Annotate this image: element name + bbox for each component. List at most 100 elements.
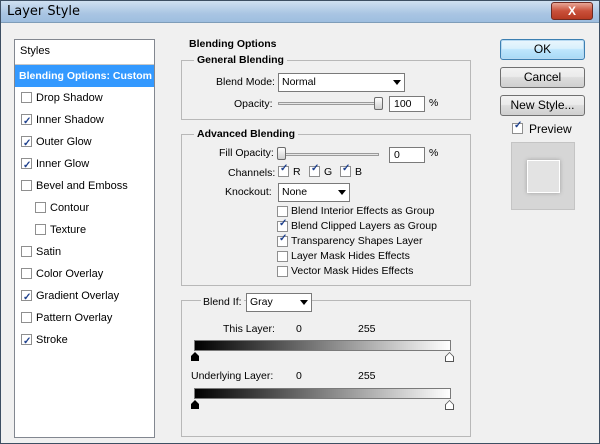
opacity-slider-thumb[interactable] <box>374 97 383 110</box>
style-item[interactable]: ✓ Inner Shadow <box>15 109 154 131</box>
ok-button[interactable]: OK <box>500 39 585 60</box>
blend-if-label: Blend If: <box>201 296 244 308</box>
style-item[interactable]: ✓ Outer Glow <box>15 131 154 153</box>
chevron-down-icon <box>300 300 308 305</box>
style-checkbox[interactable]: ✓ <box>21 334 32 347</box>
style-checkbox[interactable]: ✓ <box>21 114 32 127</box>
checkmark-icon: ✓ <box>23 116 32 127</box>
style-item-label: Pattern Overlay <box>36 312 113 324</box>
opacity-slider-track[interactable] <box>278 102 382 105</box>
window-title: Layer Style <box>7 4 81 19</box>
style-item[interactable]: Contour <box>15 197 154 219</box>
advanced-option-label: Transparency Shapes Layer <box>291 235 423 247</box>
style-item[interactable]: Color Overlay <box>15 263 154 285</box>
layer-style-dialog: Layer Style X Styles Blending Options: C… <box>0 0 600 444</box>
advanced-option-checkbox[interactable] <box>277 206 288 217</box>
style-checkbox[interactable] <box>21 268 32 279</box>
style-checkbox[interactable] <box>21 180 32 191</box>
channel-checkbox[interactable]: ✓ <box>278 163 289 177</box>
fill-opacity-slider-thumb[interactable] <box>277 147 286 160</box>
advanced-blending-title: Advanced Blending <box>194 128 299 140</box>
chevron-down-icon <box>338 190 346 195</box>
preview-checkbox[interactable]: ✓ <box>512 120 523 134</box>
style-item[interactable]: Drop Shadow <box>15 87 154 109</box>
channel-label: R <box>293 166 301 178</box>
close-button[interactable]: X <box>551 2 593 20</box>
style-item-label: Drop Shadow <box>36 92 103 104</box>
style-item-label: Bevel and Emboss <box>36 180 128 192</box>
this-layer-min: 0 <box>296 323 302 335</box>
general-blending-title: General Blending <box>194 54 287 66</box>
blend-mode-label: Blend Mode: <box>216 76 275 88</box>
style-item[interactable]: Bevel and Emboss <box>15 175 154 197</box>
this-layer-max: 255 <box>358 323 376 335</box>
blend-if-group <box>181 300 471 437</box>
blend-mode-select[interactable]: Normal <box>278 73 405 92</box>
checkmark-icon: ✓ <box>514 120 523 131</box>
advanced-option-label: Layer Mask Hides Effects <box>291 250 410 262</box>
advanced-option-label: Vector Mask Hides Effects <box>291 265 414 277</box>
style-item-label: Outer Glow <box>36 136 92 148</box>
cancel-button[interactable]: Cancel <box>500 67 585 88</box>
style-checkbox[interactable]: ✓ <box>21 136 32 149</box>
style-item[interactable]: Satin <box>15 241 154 263</box>
title-bar[interactable]: Layer Style X <box>1 1 599 23</box>
style-item[interactable]: ✓ Gradient Overlay <box>15 285 154 307</box>
advanced-option-checkbox[interactable]: ✓ <box>277 233 288 247</box>
advanced-option-checkbox[interactable]: ✓ <box>277 218 288 232</box>
style-item-blending-options[interactable]: Blending Options: Custom <box>15 65 154 87</box>
opacity-label: Opacity: <box>234 98 273 110</box>
checkmark-icon: ✓ <box>23 336 32 347</box>
opacity-input[interactable]: 100 <box>389 96 425 112</box>
style-checkbox[interactable] <box>21 246 32 257</box>
style-checkbox[interactable] <box>35 202 46 213</box>
checkmark-icon: ✓ <box>311 163 320 174</box>
checkmark-icon: ✓ <box>280 163 289 174</box>
blend-if-value: Gray <box>250 296 273 308</box>
styles-list: Styles Blending Options: Custom Drop Sha… <box>14 39 155 438</box>
checkmark-icon: ✓ <box>23 292 32 303</box>
advanced-option-checkbox[interactable] <box>277 251 288 262</box>
underlying-layer-label: Underlying Layer: <box>191 370 274 382</box>
blend-mode-value: Normal <box>282 76 316 88</box>
style-item[interactable]: ✓ Inner Glow <box>15 153 154 175</box>
style-checkbox[interactable]: ✓ <box>21 290 32 303</box>
checkmark-icon: ✓ <box>279 233 288 244</box>
fill-opacity-input[interactable]: 0 <box>389 147 425 163</box>
style-item-label: Color Overlay <box>36 268 104 280</box>
knockout-select[interactable]: None <box>278 183 350 202</box>
chevron-down-icon <box>393 80 401 85</box>
channel-checkbox[interactable]: ✓ <box>309 163 320 177</box>
style-item-label: Contour <box>50 202 90 214</box>
fill-opacity-slider-track[interactable] <box>278 153 379 156</box>
styles-header[interactable]: Styles <box>15 40 154 65</box>
style-checkbox[interactable] <box>21 312 32 323</box>
style-preview <box>511 142 575 210</box>
opacity-unit: % <box>429 97 439 109</box>
style-checkbox[interactable]: ✓ <box>21 158 32 171</box>
style-item-label: Texture <box>50 224 87 236</box>
advanced-option-checkbox[interactable] <box>277 266 288 277</box>
fill-opacity-unit: % <box>429 147 439 159</box>
style-checkbox[interactable] <box>35 224 46 235</box>
style-item-label: Satin <box>36 246 62 258</box>
style-item[interactable]: Pattern Overlay <box>15 307 154 329</box>
channel-checkbox[interactable]: ✓ <box>340 163 351 177</box>
advanced-option-label: Blend Clipped Layers as Group <box>291 220 437 232</box>
channel-label: G <box>324 166 333 178</box>
style-item[interactable]: Texture <box>15 219 154 241</box>
channels-label: Channels: <box>228 167 276 179</box>
this-layer-gradient <box>194 340 451 351</box>
blend-if-select[interactable]: Gray <box>246 293 312 312</box>
style-item-label: Stroke <box>36 334 68 346</box>
underlying-layer-max: 255 <box>358 370 376 382</box>
new-style-button[interactable]: New Style... <box>500 95 585 116</box>
style-item-label: Inner Shadow <box>36 114 104 126</box>
style-checkbox[interactable] <box>21 92 32 103</box>
style-item[interactable]: ✓ Stroke <box>15 329 154 351</box>
underlying-layer-gradient <box>194 388 451 399</box>
blending-options-title: Blending Options <box>189 38 277 50</box>
channel-label: B <box>355 166 363 178</box>
style-item-label: Gradient Overlay <box>36 290 120 302</box>
knockout-value: None <box>282 186 308 198</box>
